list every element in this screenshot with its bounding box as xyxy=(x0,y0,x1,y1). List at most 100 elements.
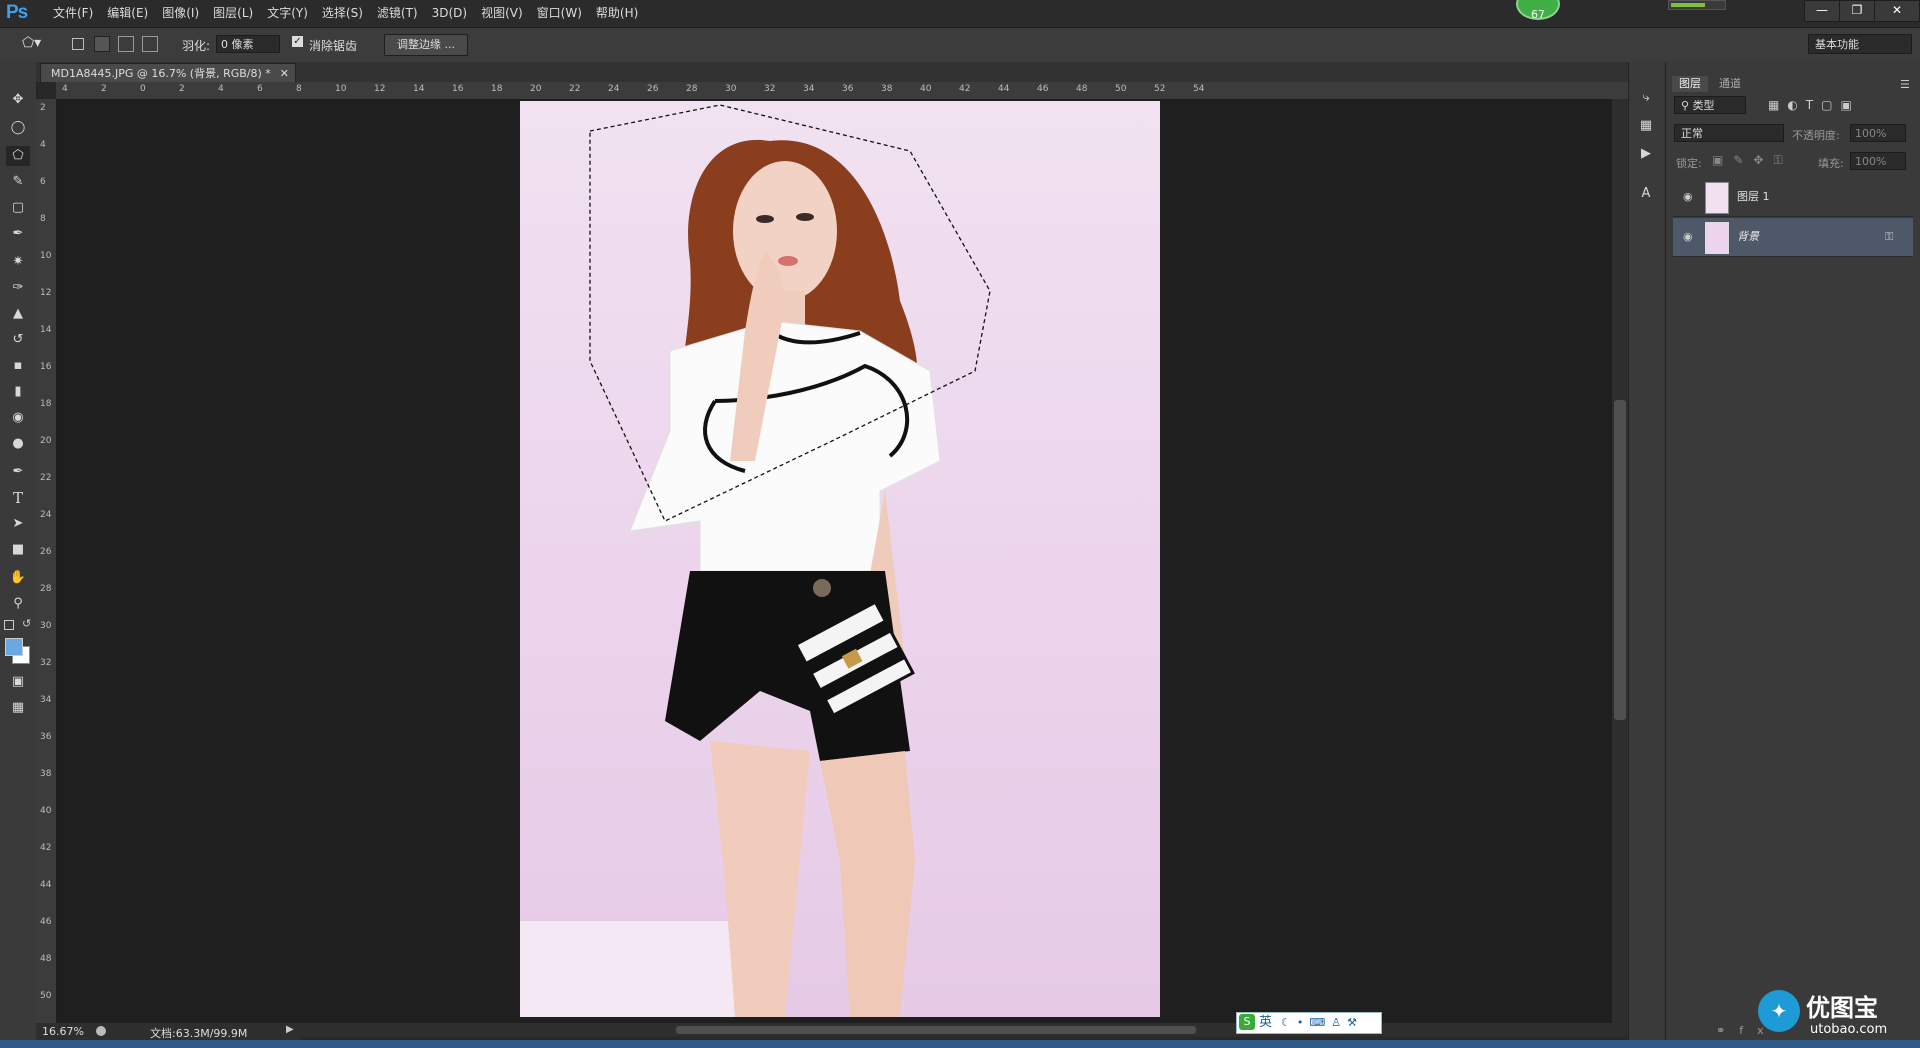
document-size: 文档:63.3M/99.9M xyxy=(150,1027,248,1040)
blend-mode-select[interactable]: 正常 xyxy=(1674,124,1784,142)
ruler-tick-label: 50 xyxy=(40,991,52,1001)
minimize-button[interactable]: — xyxy=(1804,0,1840,22)
menu-select[interactable]: 选择(S) xyxy=(315,0,370,27)
ruler-tick-label: 46 xyxy=(40,917,52,927)
ruler-tick-label: 48 xyxy=(1076,84,1088,94)
layer-filter-value: 类型 xyxy=(1692,99,1715,112)
workspace-select[interactable]: 基本功能 xyxy=(1808,34,1912,54)
ruler-tick-label: 44 xyxy=(998,84,1010,94)
ruler-tick-label: 38 xyxy=(40,769,52,779)
menu-3d[interactable]: 3D(D) xyxy=(425,0,474,27)
quick-mask-icon[interactable]: ▣ xyxy=(6,672,30,692)
character-panel-icon[interactable]: A xyxy=(1634,184,1658,204)
main-menu: 文件(F) 编辑(E) 图像(I) 图层(L) 文字(Y) 选择(S) 滤镜(T… xyxy=(46,0,645,27)
close-button[interactable]: ✕ xyxy=(1874,0,1920,22)
menu-help[interactable]: 帮助(H) xyxy=(589,0,645,27)
antialias-checkbox[interactable]: ✓ xyxy=(292,36,303,47)
new-selection-icon[interactable] xyxy=(72,38,84,50)
swap-colors-icon[interactable]: ↺ xyxy=(22,617,31,630)
ime-toolbar[interactable]: S 英 ☾•⌨♙⚒ xyxy=(1236,1012,1382,1034)
quick-select-tool-icon[interactable]: ✎ xyxy=(6,172,30,192)
menu-type[interactable]: 文字(Y) xyxy=(260,0,315,27)
screen-mode-icon[interactable]: ▦ xyxy=(6,698,30,718)
menu-file[interactable]: 文件(F) xyxy=(46,0,100,27)
status-info-icon[interactable] xyxy=(96,1026,106,1036)
ruler-tick-label: 36 xyxy=(40,732,52,742)
menu-view[interactable]: 视图(V) xyxy=(474,0,530,27)
gradient-tool-icon[interactable]: ▮ xyxy=(6,382,30,402)
path-select-tool-icon[interactable]: ➤ xyxy=(6,514,30,534)
menu-layer[interactable]: 图层(L) xyxy=(206,0,260,27)
history-brush-tool-icon[interactable]: ↺ xyxy=(6,330,30,350)
document-tab[interactable]: MD1A8445.JPG @ 16.7% (背景, RGB/8) * ✕ xyxy=(40,63,296,82)
brush-tool-icon[interactable]: ✑ xyxy=(6,278,30,298)
pen-tool-icon[interactable]: ✒ xyxy=(6,462,30,482)
add-selection-icon[interactable] xyxy=(94,36,110,52)
hand-tool-icon[interactable]: ✋ xyxy=(6,568,30,588)
tab-close-icon[interactable]: ✕ xyxy=(280,64,289,83)
move-tool-icon[interactable]: ✥ xyxy=(6,90,30,110)
visibility-eye-icon[interactable]: ◉ xyxy=(1683,218,1693,256)
ruler-tick-label: 34 xyxy=(803,84,815,94)
zoom-tool-icon[interactable]: ⚲ xyxy=(6,594,30,614)
zoom-level[interactable]: 16.67% xyxy=(42,1025,84,1038)
layer-row-layer1[interactable]: ◉ 图层 1 xyxy=(1673,178,1913,217)
layer-filter-select[interactable]: ⚲ 类型 xyxy=(1674,96,1746,114)
foreground-color-swatch[interactable] xyxy=(5,638,23,656)
lasso-tool-icon[interactable]: ⬠ xyxy=(6,146,30,166)
lock-icons[interactable]: ▣✎✥⚿ xyxy=(1712,153,1793,168)
visibility-eye-icon[interactable]: ◉ xyxy=(1683,178,1693,216)
history-panel-icon[interactable]: ▦ xyxy=(1634,116,1658,136)
horizontal-scroll-thumb[interactable] xyxy=(676,1026,1196,1034)
actions-panel-icon[interactable]: ▶ xyxy=(1634,144,1658,164)
ruler-tick-label: 14 xyxy=(40,325,52,335)
shape-tool-icon[interactable]: ■ xyxy=(6,540,30,560)
intersect-selection-icon[interactable] xyxy=(142,36,158,52)
ruler-tick-label: 30 xyxy=(40,621,52,631)
refine-edge-button[interactable]: 调整边缘 ... xyxy=(384,34,468,56)
menu-image[interactable]: 图像(I) xyxy=(155,0,206,27)
polygonal-lasso-preset-icon[interactable]: ⬠▾ xyxy=(22,35,41,51)
options-bar xyxy=(0,28,1920,63)
layer-row-background[interactable]: ◉ 背景 ⚿ xyxy=(1673,218,1913,257)
channels-tab[interactable]: 通道 xyxy=(1712,76,1748,92)
layers-tab[interactable]: 图层 xyxy=(1672,76,1708,92)
panel-menu-icon[interactable]: ☰ xyxy=(1900,78,1910,91)
layer-lock-icon: ⚿ xyxy=(1885,230,1894,243)
ruler-tick-label: 16 xyxy=(452,84,464,94)
ruler-tick-label: 26 xyxy=(647,84,659,94)
healing-brush-tool-icon[interactable]: ✷ xyxy=(6,252,30,272)
eraser-tool-icon[interactable]: ▪ xyxy=(6,356,30,376)
panel-icon-strip xyxy=(1628,62,1666,1048)
fill-label: 填充: xyxy=(1818,157,1844,170)
crop-tool-icon[interactable]: ▢ xyxy=(6,198,30,218)
taskbar[interactable] xyxy=(0,1040,1920,1048)
opacity-input[interactable]: 100% xyxy=(1850,124,1906,142)
paths-panel-icon[interactable]: ⤷ xyxy=(1634,88,1658,108)
maximize-button[interactable]: ❐ xyxy=(1839,0,1875,22)
dodge-tool-icon[interactable]: ● xyxy=(6,434,30,454)
ime-language-label[interactable]: 英 xyxy=(1259,1013,1272,1033)
menu-filter[interactable]: 滤镜(T) xyxy=(370,0,425,27)
vertical-scroll-thumb[interactable] xyxy=(1614,400,1626,720)
fill-input[interactable]: 100% xyxy=(1850,152,1906,170)
ruler-tick-label: 2 xyxy=(40,103,46,113)
type-tool-icon[interactable]: T xyxy=(6,488,30,508)
default-colors-icon[interactable] xyxy=(4,620,14,630)
watermark-bird-icon: ✦ xyxy=(1758,990,1800,1032)
ruler-tick-label: 28 xyxy=(686,84,698,94)
filter-search-icon: ⚲ xyxy=(1681,99,1693,112)
subtract-selection-icon[interactable] xyxy=(118,36,134,52)
menu-edit[interactable]: 编辑(E) xyxy=(100,0,155,27)
menu-window[interactable]: 窗口(W) xyxy=(530,0,589,27)
filter-type-icons[interactable]: ▦◐T▢▣ xyxy=(1768,98,1860,112)
ruler-tick-label: 18 xyxy=(40,399,52,409)
marquee-tool-icon[interactable]: ◯ xyxy=(6,118,30,138)
blur-tool-icon[interactable]: ◉ xyxy=(6,408,30,428)
status-menu-arrow-icon[interactable]: ▶ xyxy=(286,1024,294,1035)
eyedropper-tool-icon[interactable]: ✒ xyxy=(6,224,30,244)
ime-tool-icons[interactable]: ☾•⌨♙⚒ xyxy=(1281,1013,1363,1033)
feather-input[interactable]: 0 像素 xyxy=(216,35,280,53)
feather-label: 羽化: xyxy=(182,39,211,53)
stamp-tool-icon[interactable]: ▲ xyxy=(6,304,30,324)
